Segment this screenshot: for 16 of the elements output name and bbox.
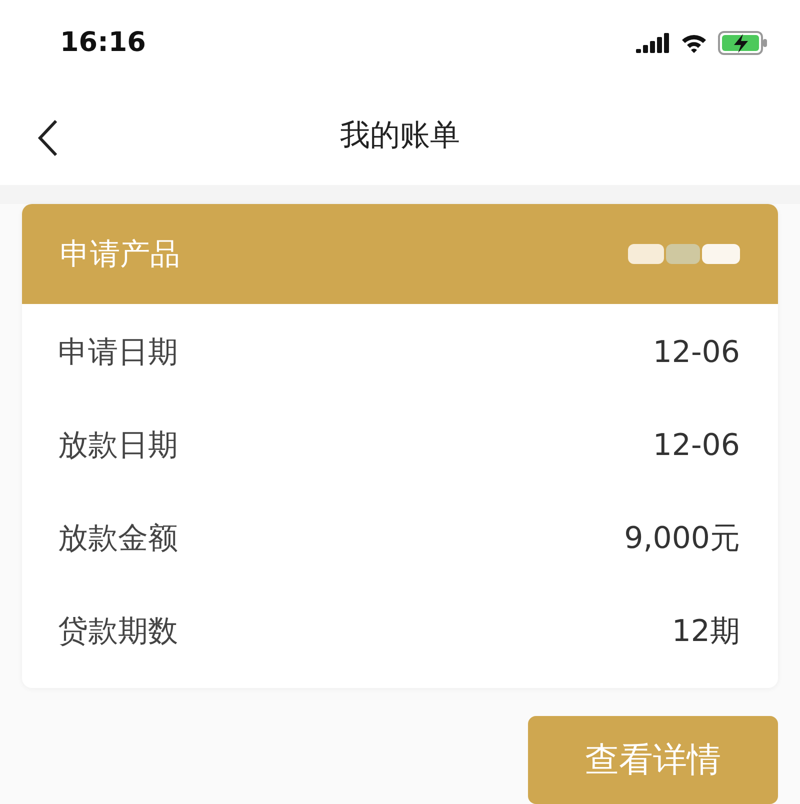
row-label: 放款金额: [58, 520, 178, 558]
row-label: 申请日期: [58, 334, 178, 372]
wifi-icon: [680, 32, 708, 53]
row-value: 12期: [672, 613, 740, 651]
signal-icon: [636, 32, 670, 53]
row-value: 12-06: [652, 428, 740, 463]
page-title: 我的账单: [340, 116, 460, 155]
row-value: 9,000元: [624, 520, 740, 558]
view-details-button[interactable]: 查看详情: [528, 716, 778, 804]
status-time: 16:16: [60, 27, 146, 58]
product-label: 申请产品: [60, 236, 180, 274]
row-value: 12-06: [652, 335, 740, 370]
back-icon[interactable]: [36, 119, 60, 158]
row-label: 放款日期: [58, 427, 178, 465]
battery-charging-icon: [718, 30, 768, 55]
row-label: 贷款期数: [58, 613, 178, 651]
